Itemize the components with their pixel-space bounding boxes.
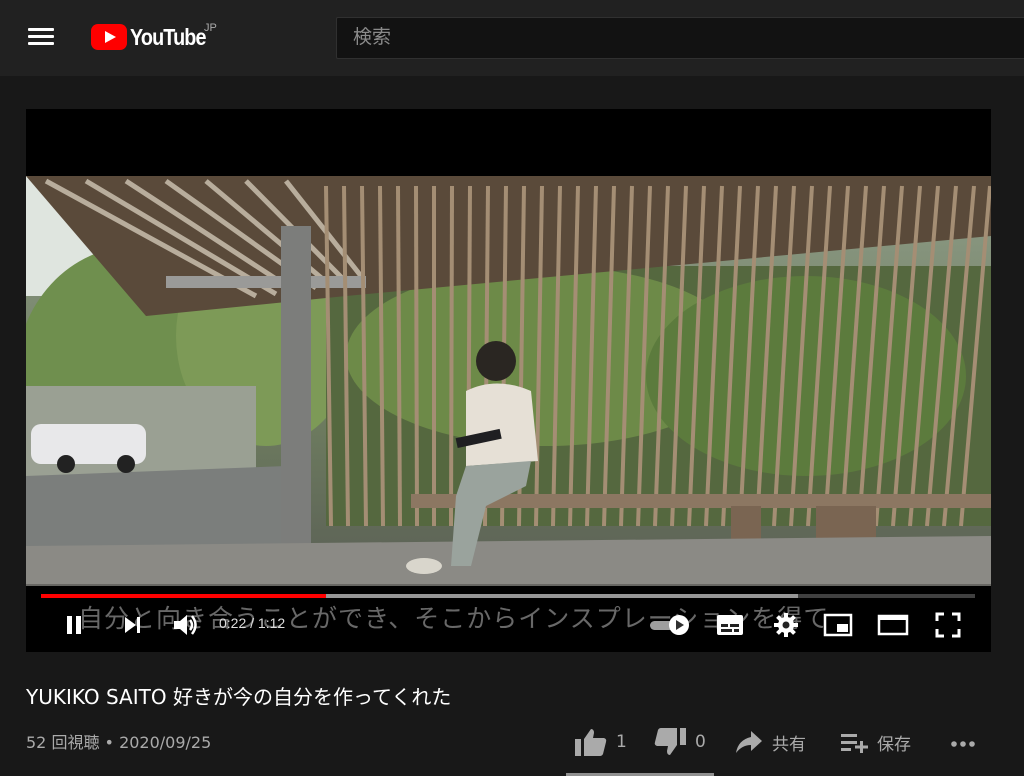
share-icon <box>736 731 762 753</box>
share-button[interactable]: 共有 <box>734 724 806 760</box>
pause-button[interactable] <box>54 607 94 643</box>
dislike-button[interactable]: 0 <box>653 724 706 760</box>
save-label: 保存 <box>877 734 911 755</box>
like-count: 1 <box>616 732 627 752</box>
playlist-add-icon <box>841 734 868 753</box>
meta-separator: • <box>99 733 120 752</box>
fullscreen-icon <box>935 612 961 638</box>
next-icon <box>125 617 140 633</box>
subtitles-button[interactable] <box>710 607 750 643</box>
logo-region: JP <box>204 22 217 34</box>
pause-icon <box>67 616 81 634</box>
next-button[interactable] <box>112 607 152 643</box>
dislike-count: 0 <box>695 732 706 752</box>
theater-mode-button[interactable] <box>873 607 913 643</box>
youtube-logo[interactable]: YouTube JP <box>91 22 218 52</box>
autoplay-toggle-icon <box>650 615 689 635</box>
gear-icon <box>774 613 798 637</box>
progress-bar[interactable] <box>41 594 975 598</box>
fullscreen-button[interactable] <box>928 607 968 643</box>
video-title: YUKIKO SAITO 好きが今の自分を作ってくれた <box>26 685 452 709</box>
share-label: 共有 <box>772 734 806 755</box>
theater-mode-icon <box>877 614 909 636</box>
video-frame <box>26 176 991 586</box>
subtitles-icon <box>717 615 743 635</box>
miniplayer-button[interactable] <box>818 607 858 643</box>
search-box[interactable] <box>336 17 1024 59</box>
mute-button[interactable] <box>165 607 205 643</box>
video-frame-illustration <box>26 176 991 586</box>
more-actions-button[interactable] <box>948 724 978 760</box>
time-separator: / <box>246 615 258 631</box>
current-time: 0:22 <box>219 615 247 631</box>
more-horizontal-icon <box>951 741 975 747</box>
video-player[interactable]: 自分と向き合うことができ、そこからインスプレーションを得て 0:22 / 1:1… <box>26 109 991 652</box>
thumbs-up-icon <box>575 729 607 756</box>
menu-icon[interactable] <box>22 24 62 54</box>
logo-text: YouTube <box>130 24 207 50</box>
miniplayer-icon <box>823 613 853 637</box>
settings-button[interactable] <box>766 607 806 643</box>
publish-date: 2020/09/25 <box>119 733 212 752</box>
thumbs-down-icon <box>654 728 686 755</box>
save-button[interactable]: 保存 <box>839 724 911 760</box>
video-meta: 52 回視聴 • 2020/09/25 <box>26 729 211 753</box>
youtube-play-icon <box>91 24 127 50</box>
time-display: 0:22 / 1:12 <box>219 615 285 631</box>
search-input[interactable] <box>337 18 1024 56</box>
volume-icon <box>174 615 197 635</box>
autoplay-toggle[interactable] <box>646 607 694 643</box>
progress-played <box>41 594 326 598</box>
view-count: 52 回視聴 <box>26 733 100 752</box>
duration: 1:12 <box>257 615 286 631</box>
like-button[interactable]: 1 <box>574 724 627 760</box>
masthead: YouTube JP <box>0 0 1024 76</box>
